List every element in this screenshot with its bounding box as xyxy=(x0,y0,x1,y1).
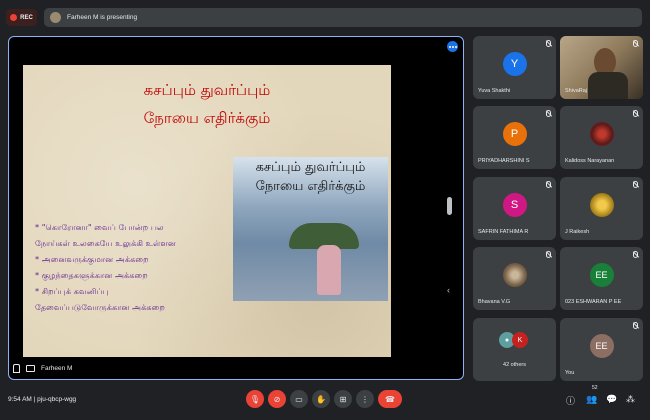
participant-tile[interactable]: ShivaRaj xyxy=(560,36,643,99)
slide: கசப்பும் துவர்ப்பும் நோயை எதிர்க்கும் * … xyxy=(23,65,391,357)
slide-image: கசப்பும் துவர்ப்பும் நோயை எதிர்க்கும் xyxy=(233,157,388,301)
participant-tile[interactable]: EE 023 ESHWARAN P EE xyxy=(560,247,643,310)
participant-name: PRIYADHARSHINI S xyxy=(478,158,530,164)
participant-name: J Raikesh xyxy=(565,229,590,235)
participant-tile[interactable]: J Raikesh xyxy=(560,177,643,240)
others-tile[interactable]: ● K 42 others xyxy=(473,318,556,381)
bullet-line: * அனைவருக்குமான அக்கறை xyxy=(35,254,149,264)
pin-icon[interactable] xyxy=(13,363,20,373)
others-count: 42 others xyxy=(503,362,526,368)
participant-name: Bhavana V.G xyxy=(478,299,511,305)
slide-title-line2: நோயை எதிர்க்கும் xyxy=(143,109,271,127)
captions-icon: ▭ xyxy=(295,394,303,404)
mic-toggle-button[interactable]: 🎙 xyxy=(246,390,264,408)
mic-off-icon: 🎙 xyxy=(249,394,261,404)
image-caption-line2: நோயை எதிர்க்கும் xyxy=(255,179,366,194)
chevron-left-icon[interactable]: ‹ xyxy=(447,285,450,295)
avatar: EE xyxy=(589,333,614,358)
control-bar: 9:54 AM | pju-qbcp-wgg 🎙 ⊘ ▭ ✋ ⊞ ⋮ ☎ ⓘ 👥… xyxy=(0,386,650,416)
mic-off-icon xyxy=(633,181,638,188)
mic-off-icon xyxy=(546,181,551,188)
presenter-avatar xyxy=(50,12,61,23)
bullet-line: * குழந்தைகளுக்கான அக்கறை xyxy=(35,270,148,280)
bullet-line: * "கொரோனா" வைப் போன்ற பல xyxy=(35,222,164,232)
camera-off-icon: ⊘ xyxy=(273,394,281,404)
presenting-banner: Farheen M is presenting xyxy=(44,8,642,27)
hand-icon: ✋ xyxy=(316,394,326,404)
presentation-stage[interactable]: கசப்பும் துவர்ப்பும் நோயை எதிர்க்கும் * … xyxy=(8,36,464,380)
activities-icon[interactable]: ⁂ xyxy=(626,394,635,405)
mic-off-icon xyxy=(546,40,551,47)
avatar: S xyxy=(502,192,527,217)
participant-tile[interactable]: P PRIYADHARSHINI S xyxy=(473,106,556,169)
mic-off-icon xyxy=(633,40,638,47)
participant-tile[interactable]: Y Yuva Shakthi xyxy=(473,36,556,99)
avatar xyxy=(502,262,527,287)
participant-tile[interactable]: Bhavana V.G xyxy=(473,247,556,310)
mic-off-icon xyxy=(633,322,638,329)
bullet-line: நோய்கள் உலகையே உலுக்கி உள்ளன xyxy=(35,238,176,248)
leave-call-button[interactable]: ☎ xyxy=(378,390,402,408)
stage-footer: Farheen M xyxy=(9,357,463,379)
mic-off-icon xyxy=(633,110,638,117)
bullet-line: * சிறப்புக் கவனிப்பு xyxy=(35,286,109,296)
image-caption-line1: கசப்பும் துவர்ப்பும் xyxy=(255,160,366,175)
rec-label: REC xyxy=(20,14,33,21)
meeting-time-code: 9:54 AM | pju-qbcp-wgg xyxy=(8,396,77,403)
raise-hand-button[interactable]: ✋ xyxy=(312,390,330,408)
people-count-badge: 52 xyxy=(592,385,598,391)
present-icon: ⊞ xyxy=(339,394,347,404)
others-avatars: ● K xyxy=(499,332,528,348)
screen-share-icon xyxy=(26,364,35,372)
avatar xyxy=(589,121,614,146)
slide-bullets: * "கொரோனா" வைப் போன்ற பல நோய்கள் உலகையே … xyxy=(35,219,235,315)
avatar xyxy=(589,192,614,217)
participant-name: Kalidoss Narayanan xyxy=(565,158,615,164)
meet-window: REC Farheen M is presenting கசப்பும் துவ… xyxy=(0,0,650,420)
more-vert-icon: ⋮ xyxy=(361,394,369,404)
avatar: K xyxy=(512,332,528,348)
present-button[interactable]: ⊞ xyxy=(334,390,352,408)
slide-title-line1: கசப்பும் துவர்ப்பும் xyxy=(143,81,271,99)
captions-button[interactable]: ▭ xyxy=(290,390,308,408)
participant-name: 023 ESHWARAN P EE xyxy=(565,299,622,305)
chat-icon[interactable]: 💬 xyxy=(606,394,617,405)
presenting-text: Farheen M is presenting xyxy=(67,14,138,21)
info-icon[interactable]: ⓘ xyxy=(566,394,575,407)
record-dot-icon xyxy=(10,14,18,21)
avatar: EE xyxy=(589,262,614,287)
participant-name: ShivaRaj xyxy=(565,88,588,94)
phone-hangup-icon: ☎ xyxy=(385,394,395,404)
more-options-icon[interactable] xyxy=(447,41,458,52)
avatar: P xyxy=(502,121,527,146)
participant-name: SAFRIN FATHIMA R xyxy=(478,229,529,235)
participant-tile[interactable]: Kalidoss Narayanan xyxy=(560,106,643,169)
girl-graphic xyxy=(317,245,341,295)
people-icon[interactable]: 👥 xyxy=(586,394,597,405)
mic-off-icon xyxy=(546,110,551,117)
presenter-name: Farheen M xyxy=(41,364,73,372)
participant-name: Yuva Shakthi xyxy=(478,88,511,94)
participant-tile[interactable]: S SAFRIN FATHIMA R xyxy=(473,177,556,240)
camera-toggle-button[interactable]: ⊘ xyxy=(268,390,286,408)
participant-name: You xyxy=(565,370,575,376)
scrollbar-thumb[interactable] xyxy=(447,197,452,215)
avatar: Y xyxy=(502,51,527,76)
mic-off-icon xyxy=(633,251,638,258)
self-tile[interactable]: EE You xyxy=(560,318,643,381)
mic-off-icon xyxy=(546,251,551,258)
more-options-button[interactable]: ⋮ xyxy=(356,390,374,408)
bullet-line: தேவைப்படுவோருக்கான அக்கறை xyxy=(35,302,165,312)
recording-badge[interactable]: REC xyxy=(6,9,37,26)
